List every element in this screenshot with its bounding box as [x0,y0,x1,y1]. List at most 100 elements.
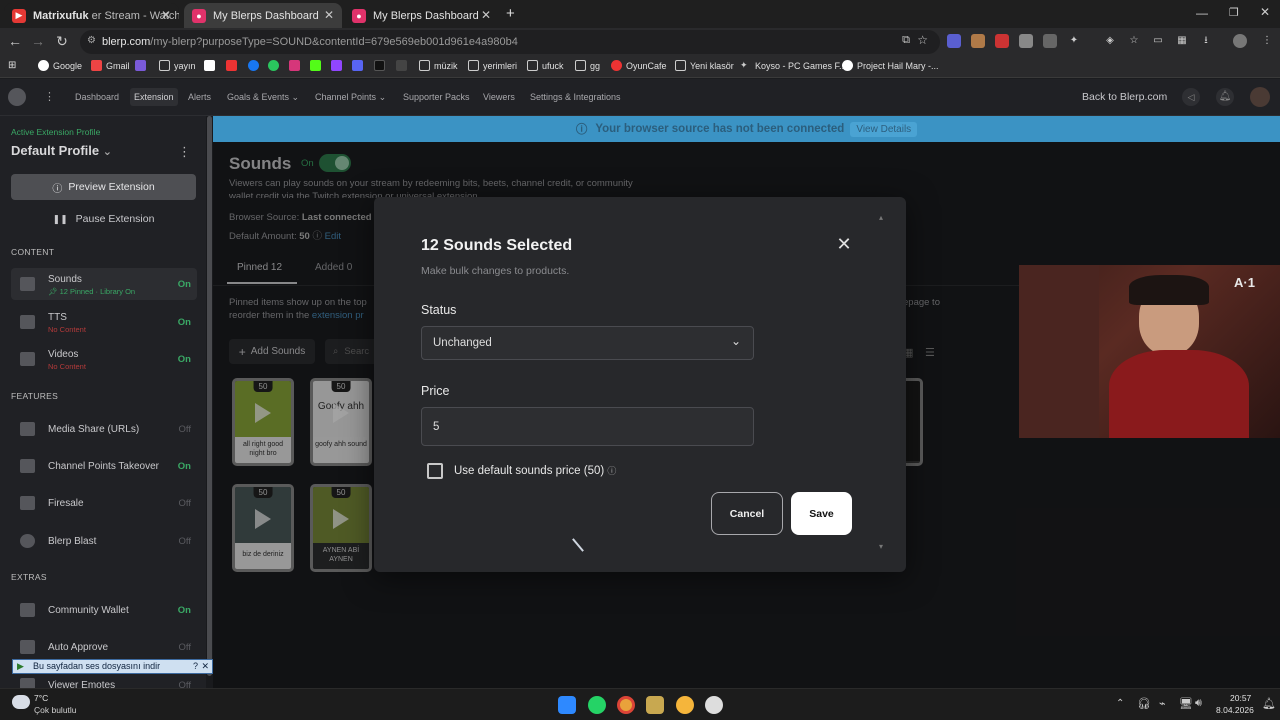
close-tab-icon[interactable]: ✕ [161,8,171,22]
bookmark-tiktok[interactable] [374,60,389,71]
clock-time[interactable]: 20:57 [1230,693,1251,703]
puzzle-icon[interactable]: ✦ [1067,34,1081,48]
volume-icon[interactable]: 🔊︎ [1195,697,1202,710]
download-icon[interactable]: ⭳ [1199,34,1213,48]
sidebar-item-sounds[interactable]: Sounds 📌︎ 12 Pinned · Library On On [11,268,197,300]
close-icon[interactable]: ✕ [836,234,852,255]
bookmark-oyuncafe[interactable]: OyunCafe [611,60,667,71]
tray-expand-icon[interactable]: ⌃ [1116,698,1124,709]
bookmark-gg[interactable]: gg [575,60,600,71]
close-tab-icon[interactable]: ✕ [481,8,491,22]
help-icon[interactable]: ? [193,660,198,673]
bookmark-yerimleri[interactable]: yerimleri [468,60,517,71]
nav-alerts[interactable]: Alerts [188,92,211,102]
restore-icon[interactable]: ❐ [1229,6,1239,19]
bookmark-twitch[interactable] [331,60,346,71]
sidebar-item-blerp-blast[interactable]: Blerp Blast Off [11,525,197,557]
weather-temp[interactable]: 7°C [34,693,48,703]
back-icon[interactable]: ← [6,33,24,49]
scroll-down-icon[interactable]: ▾ [879,542,883,551]
bell-icon[interactable]: 🔔︎ [1216,88,1234,106]
league-icon[interactable] [646,696,664,714]
notifications-icon[interactable]: 🔔︎ [1262,697,1276,710]
close-tab-icon[interactable]: ✕ [324,8,334,22]
extension-icon[interactable] [995,34,1009,48]
nav-channel-points[interactable]: Channel Points ⌄ [315,92,386,103]
bookmark-yeni-klasor[interactable]: Yeni klasör [675,60,734,71]
sidebar-item-channel-points-takeover[interactable]: Channel Points Takeover On [11,450,197,482]
bookmark-misc[interactable] [396,60,411,71]
nav-dashboard[interactable]: Dashboard [75,92,119,102]
info-circle-icon[interactable]: ⓘ [607,466,616,476]
url-input[interactable]: ⚙ blerp.com/my-blerp?purposeType=SOUND&c… [80,30,940,54]
save-button[interactable]: Save [791,492,852,535]
sidebar-item-firesale[interactable]: Firesale Off [11,487,197,519]
sidebar-item-tts[interactable]: TTS No Content On [11,306,197,338]
forward-icon[interactable]: → [29,33,47,49]
bookmark-star-icon[interactable]: ☆ [917,33,928,47]
more-icon[interactable]: ⋮ [44,90,55,103]
nav-settings-integrations[interactable]: Settings & Integrations [530,92,621,102]
back-to-blerp-link[interactable]: Back to Blerp.com [1082,91,1167,103]
tab-blerp[interactable]: ● My Blerps Dashboard ✕ [344,3,499,28]
bookmark-koyso[interactable]: ✦ Koyso - PC Games F... [740,60,847,71]
network-icon[interactable]: 🖥︎ [1179,697,1193,710]
price-input[interactable]: 5 [421,407,754,446]
blerp-logo-icon[interactable] [8,88,26,106]
volume-icon[interactable]: ◁ [1182,88,1200,106]
site-info-icon[interactable]: ⚙ [87,35,96,46]
status-select[interactable]: Unchanged ⌄ [421,326,754,360]
windows-start-icon[interactable] [558,696,576,714]
star-icon[interactable]: ☆ [1127,34,1141,48]
nav-supporter-packs[interactable]: Supporter Packs [403,92,470,102]
use-default-price-label[interactable]: Use default sounds price (50) ⓘ [454,464,616,477]
tab-matrixufuk[interactable]: ▶ Matrixufuk er Stream - Watch Li ✕ [4,3,179,28]
nav-extension[interactable]: Extension [130,88,178,106]
nav-goals-events[interactable]: Goals & Events ⌄ [227,92,299,103]
bookmark-x[interactable] [204,60,219,71]
sidebar-scrollbar[interactable] [206,116,213,688]
bookmark-facebook[interactable] [248,60,263,71]
bookmark-muzik[interactable]: müzik [419,60,458,71]
usb-icon[interactable]: ⌁ [1159,697,1166,710]
weather-desc[interactable]: Çok bulutlu [34,705,77,715]
media-icon[interactable]: ◈ [1103,34,1117,48]
scroll-up-icon[interactable]: ▴ [879,213,883,222]
bookmark-instagram[interactable] [289,60,304,71]
chrome-icon[interactable] [617,696,635,714]
use-default-price-checkbox[interactable] [427,463,443,479]
tab-blerp-active[interactable]: ● My Blerps Dashboard ✕ [184,3,342,28]
sidebar-item-media-share[interactable]: Media Share (URLs) Off [11,413,197,445]
apps-icon[interactable]: ⊞ [8,60,16,71]
profile-dropdown[interactable]: Default Profile ⌄ [11,143,112,158]
reload-icon[interactable]: ↻ [53,33,71,50]
bookmark-gmail[interactable]: Gmail [91,60,130,71]
whatsapp-icon[interactable] [588,696,606,714]
bookmark-whatsapp[interactable] [268,60,283,71]
sidepanel-icon[interactable]: ▭ [1151,34,1165,48]
close-window-icon[interactable]: ✕ [1260,5,1270,19]
avatar[interactable] [1250,87,1270,107]
cancel-button[interactable]: Cancel [711,492,783,535]
clock-date[interactable]: 8.04.2026 [1216,705,1254,715]
bookmark-yayin[interactable]: yayın [159,60,196,71]
cast-icon[interactable]: ⧉ [902,34,910,47]
extension-icon[interactable] [947,34,961,48]
bookmark-youtube[interactable] [226,60,241,71]
nav-viewers[interactable]: Viewers [483,92,515,102]
profile-menu-icon[interactable]: ⋮ [178,144,191,160]
view-details-button[interactable]: View Details [850,121,918,137]
extension-icon[interactable] [1043,34,1057,48]
close-icon[interactable]: ✕ [201,660,209,673]
app-icon[interactable] [676,696,694,714]
download-helper-bar[interactable]: ▶ Bu sayfadan ses dosyasını indir ? ✕ [12,659,213,674]
bookmark-ufuck[interactable]: ufuck [527,60,564,71]
menu-icon[interactable]: ⋮ [1260,34,1274,48]
tab-search-icon[interactable]: ▦ [1175,34,1189,48]
pause-extension-button[interactable]: ❚❚ Pause Extension [11,206,196,232]
extension-icon[interactable] [971,34,985,48]
scrollbar-thumb[interactable] [207,116,212,676]
sidebar-item-community-wallet[interactable]: Community Wallet On [11,594,197,626]
bookmark-discord[interactable] [352,60,367,71]
steam-icon[interactable] [705,696,723,714]
